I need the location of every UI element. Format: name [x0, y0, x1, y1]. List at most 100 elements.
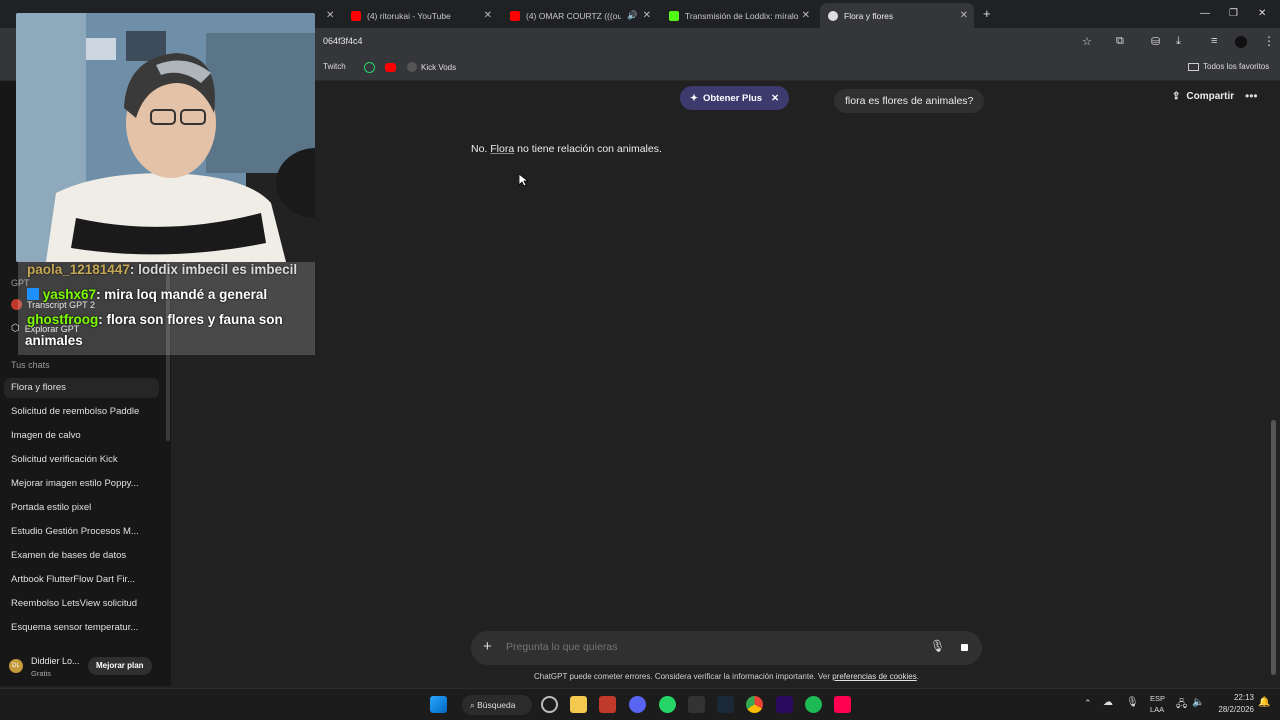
tab-youtube-1[interactable]: (4) ritorukai - YouTube ✕	[343, 3, 498, 28]
chat-item[interactable]: Solicitud de reembolso Paddle	[4, 402, 159, 422]
assistant-answer: No. Flora no tiene relación con animales…	[471, 143, 662, 155]
file-explorer-icon[interactable]	[570, 696, 587, 713]
restore-icon[interactable]: ❐	[1229, 8, 1238, 19]
volume-icon[interactable]: 🔈	[1192, 697, 1204, 708]
download-icon[interactable]: ⤓	[1176, 35, 1181, 48]
user-message-bubble: flora es flores de animales?	[834, 89, 985, 113]
streamer-webcam-image	[16, 13, 315, 262]
notification-bell-icon[interactable]: 🔔	[1258, 697, 1270, 708]
prompt-input[interactable]	[506, 641, 906, 653]
chat-username: paola_12181447	[27, 262, 130, 277]
chat-message: paola_12181447: loddix imbecil es imbeci…	[27, 262, 297, 278]
composer: + 🎙	[471, 631, 982, 665]
spotify-icon[interactable]	[805, 696, 822, 713]
copilot-icon[interactable]	[541, 696, 558, 713]
bookmark-label: Todos los favoritos	[1203, 62, 1270, 71]
microphone-icon[interactable]: 🎙	[930, 639, 945, 653]
chat-text: animales	[25, 333, 83, 348]
answer-prefix: No.	[471, 143, 491, 155]
language-region[interactable]: LAA	[1150, 705, 1164, 714]
chat-text: : mira loq mandé a general	[96, 287, 268, 302]
chat-username: yashx67	[42, 287, 97, 302]
tab-chatgpt[interactable]: Flora y flores ✕	[820, 3, 974, 28]
user-message-text: flora es flores de animales?	[845, 95, 974, 107]
tab-title: (4) OMAR COURTZ (((ousi)))	[526, 10, 621, 21]
chat-item[interactable]: Flora y flores	[4, 378, 159, 398]
chat-item[interactable]: Examen de bases de datos	[4, 546, 159, 566]
chat-item[interactable]: Portada estilo pixel	[4, 498, 159, 518]
tab-kick[interactable]: Transmisión de Loddix: míralo e ✕	[661, 3, 816, 28]
tiktok-icon[interactable]	[834, 696, 851, 713]
cookie-preferences-link[interactable]: preferencias de cookies	[832, 672, 917, 681]
close-icon[interactable]: ✕	[484, 10, 492, 21]
webcam-overlay	[16, 13, 315, 262]
chat-item[interactable]: Artbook FlutterFlow Dart Fir...	[4, 570, 159, 590]
youtube-icon[interactable]	[385, 63, 396, 72]
share-button[interactable]: ⇪ Compartir	[1172, 91, 1234, 102]
tab-youtube-2[interactable]: (4) OMAR COURTZ (((ousi))) 🔊 ✕	[502, 3, 657, 28]
language-code[interactable]: ESP	[1150, 694, 1165, 703]
close-icon[interactable]: ✕	[960, 10, 968, 21]
bookmark-kick-vods[interactable]: Kick Vods	[407, 62, 456, 72]
chevron-up-icon[interactable]: ⌃	[1084, 698, 1092, 709]
chat-message-continued: animales	[25, 333, 83, 349]
taskbar-search[interactable]: ⌕ Búsqueda	[462, 695, 532, 715]
tab-title: Flora y flores	[844, 10, 894, 21]
plus-icon[interactable]: +	[483, 638, 492, 655]
app-icon[interactable]	[599, 696, 616, 713]
onedrive-icon[interactable]: ☁	[1103, 697, 1113, 708]
bookmark-twitch[interactable]: Twitch	[323, 62, 346, 71]
whatsapp-icon[interactable]	[364, 62, 375, 73]
star-icon[interactable]: ☆	[1082, 35, 1092, 48]
chrome-icon[interactable]	[746, 696, 763, 713]
menu-icon[interactable]: ⋮	[1263, 34, 1275, 48]
get-plus-label: Obtener Plus	[702, 92, 763, 104]
chat-item[interactable]: Esquema sensor temperatur...	[4, 618, 159, 638]
windows-start-icon[interactable]	[430, 696, 447, 713]
media-control-icon[interactable]: ≡	[1211, 35, 1217, 47]
chatgpt-icon	[828, 10, 838, 21]
bookmark-label: Twitch	[323, 62, 346, 71]
main-scrollbar[interactable]	[1271, 420, 1276, 675]
chat-item[interactable]: Mejorar imagen estilo Poppy...	[4, 474, 159, 494]
get-plus-button[interactable]: ✦ Obtener Plus ✕	[680, 86, 790, 110]
chat-username: ghostfroog	[27, 312, 99, 327]
disclaimer: ChatGPT puede cometer errores. Considera…	[0, 672, 1280, 681]
clock-date[interactable]: 28/2/2026	[1208, 705, 1254, 714]
new-tab-icon[interactable]: +	[983, 6, 991, 21]
user-name[interactable]: Diddier Lo...	[31, 656, 80, 666]
section-chats: Tus chats	[11, 360, 50, 370]
chat-item[interactable]: Imagen de calvo	[4, 426, 159, 446]
microphone-icon[interactable]: 🎙	[1126, 697, 1139, 708]
minimize-icon[interactable]: —	[1200, 8, 1210, 19]
profile-avatar[interactable]	[1235, 36, 1247, 48]
chat-item[interactable]: Reembolso LetsView solicitud	[4, 594, 159, 614]
chat-item[interactable]: Solicitud verificación Kick	[4, 450, 159, 470]
close-icon[interactable]: ✕	[802, 10, 810, 21]
more-options-icon[interactable]: •••	[1245, 89, 1258, 103]
taskbar: ⌕ Búsqueda ⌃ ☁ 🎙 ESP LAA 🖧 🔈 22:13 28/2/…	[0, 688, 1280, 720]
discord-icon[interactable]	[629, 696, 646, 713]
close-icon[interactable]: ✕	[771, 93, 779, 104]
url-field[interactable]: 064f3f4c4	[323, 36, 363, 46]
youtube-icon	[351, 10, 361, 21]
answer-link[interactable]: Flora	[490, 143, 514, 155]
chat-message: yashx67: mira loq mandé a general	[27, 287, 267, 303]
speaker-icon[interactable]: 🔊	[627, 10, 638, 21]
close-window-icon[interactable]: ✕	[1258, 8, 1266, 19]
whatsapp-icon[interactable]	[659, 696, 676, 713]
epic-games-icon[interactable]	[688, 696, 705, 713]
steam-icon[interactable]	[717, 696, 734, 713]
close-icon[interactable]: ✕	[643, 10, 651, 21]
stop-button[interactable]	[956, 639, 974, 657]
bookmark-all[interactable]: Todos los favoritos	[1188, 62, 1269, 71]
avatar[interactable]: DL	[9, 659, 23, 673]
kick-icon	[669, 10, 679, 21]
extension-icon[interactable]: ⛁	[1151, 35, 1160, 48]
chat-item[interactable]: Estudio Gestión Procesos M...	[4, 522, 159, 542]
extensions-icon[interactable]: ⧉	[1116, 35, 1124, 48]
clock-time[interactable]: 22:13	[1218, 693, 1254, 702]
tab-close-prev[interactable]: ✕	[323, 3, 339, 28]
premiere-icon[interactable]	[776, 696, 793, 713]
network-icon[interactable]: 🖧	[1176, 697, 1187, 714]
